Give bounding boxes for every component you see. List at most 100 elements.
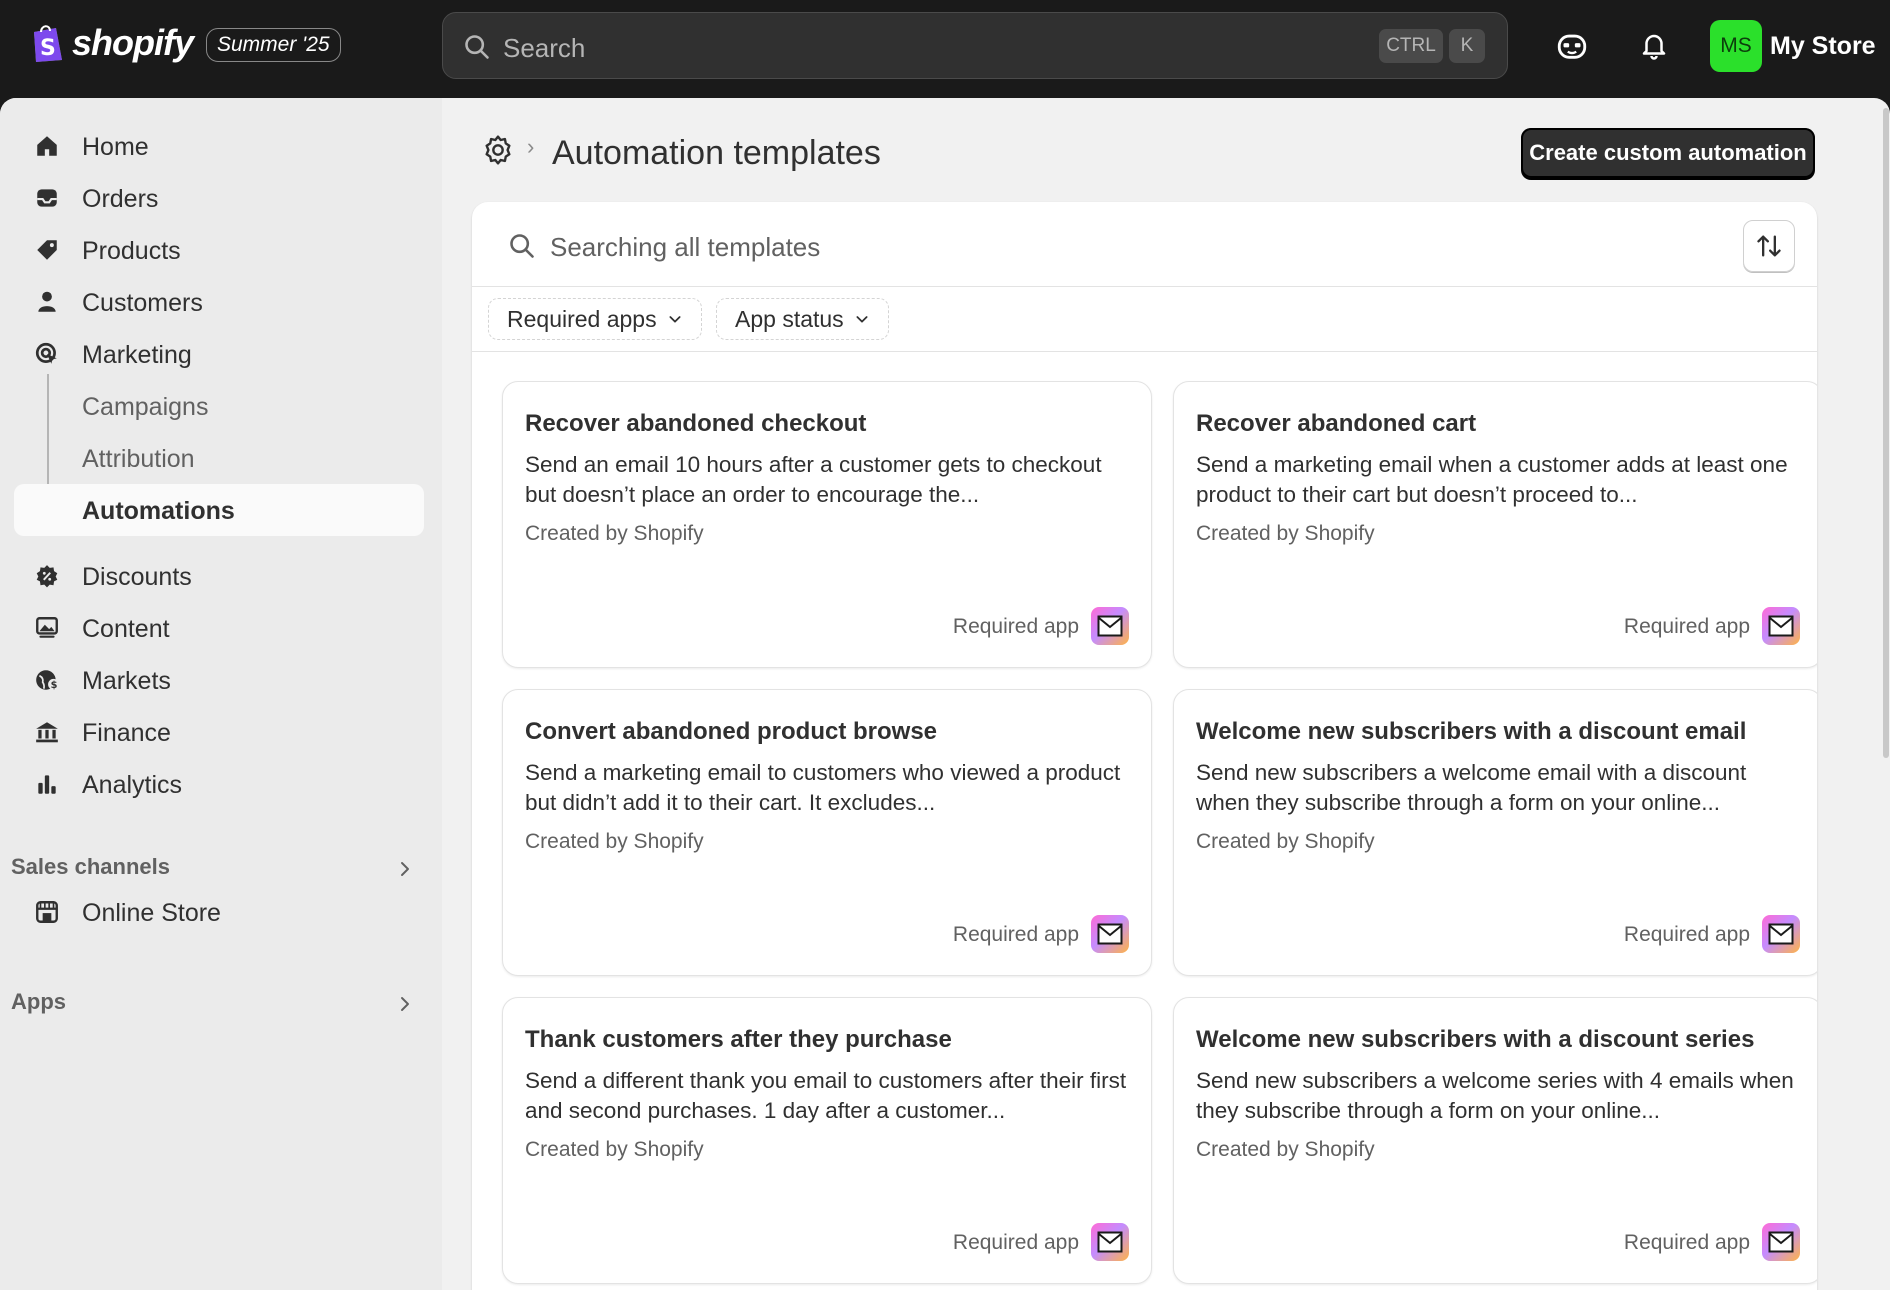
bar-chart-icon xyxy=(38,775,56,794)
template-creator: Created by Shopify xyxy=(1196,830,1375,853)
sidebar-item-automations[interactable]: Automations xyxy=(14,484,424,536)
sidebar-item-label: Markets xyxy=(82,667,171,695)
template-description: Send a marketing email to customers who … xyxy=(525,760,1121,815)
template-title: Recover abandoned checkout xyxy=(525,410,867,437)
required-app-label: Required app xyxy=(1623,615,1750,638)
sort-arrows-icon xyxy=(1757,235,1781,257)
sidekick-icon xyxy=(1557,34,1587,59)
sidebar-item-label: Content xyxy=(82,615,170,643)
inbox-icon xyxy=(37,189,57,207)
store-name[interactable]: My Store xyxy=(1770,32,1876,61)
create-custom-automation-button[interactable]: Create custom automation xyxy=(1521,128,1815,178)
sidebar-item-label: Analytics xyxy=(82,771,183,799)
template-description: Send new subscribers a welcome series wi… xyxy=(1196,1068,1794,1123)
divider xyxy=(472,351,1817,352)
sidekick-button[interactable] xyxy=(1552,26,1592,66)
sidebar-item-campaigns[interactable]: Campaigns xyxy=(14,380,424,432)
required-app-label: Required app xyxy=(952,923,1079,946)
page-title: Automation templates xyxy=(552,134,881,172)
template-creator: Created by Shopify xyxy=(525,522,704,545)
chevron-right-icon[interactable] xyxy=(396,860,414,878)
shopify-email-app-icon xyxy=(1091,1223,1129,1261)
sidebar-item-online-store[interactable]: Online Store xyxy=(14,886,424,938)
chevron-right-icon[interactable] xyxy=(396,995,414,1013)
target-icon xyxy=(35,342,57,364)
shortcut-ctrl: CTRL xyxy=(1379,29,1443,63)
sidebar-item-finance[interactable]: Finance xyxy=(14,706,424,758)
sidebar-item-content[interactable]: Content xyxy=(14,602,424,654)
sidebar-item-orders[interactable]: Orders xyxy=(14,172,424,224)
settings-gear-icon[interactable] xyxy=(482,134,514,166)
shopify-bag-icon: S xyxy=(34,25,62,62)
svg-text:$: $ xyxy=(51,680,58,691)
required-app-label: Required app xyxy=(952,615,1079,638)
sidebar-item-customers[interactable]: Customers xyxy=(14,276,424,328)
template-creator: Created by Shopify xyxy=(525,1138,704,1161)
template-description: Send new subscribers a welcome email wit… xyxy=(1196,760,1747,815)
sort-button[interactable] xyxy=(1743,220,1795,272)
template-title: Welcome new subscribers with a discount … xyxy=(1196,1026,1755,1053)
template-search[interactable]: Searching all templates xyxy=(488,216,1728,276)
sidebar-item-label: Automations xyxy=(82,497,235,525)
required-app-label: Required app xyxy=(1623,923,1750,946)
template-title: Welcome new subscribers with a discount … xyxy=(1196,718,1747,745)
shopify-email-app-icon xyxy=(1762,1223,1800,1261)
page-scrollbar[interactable] xyxy=(1883,108,1889,758)
template-description: Send a marketing email when a customer a… xyxy=(1196,452,1788,507)
chevron-down-icon xyxy=(669,316,681,323)
shortcut-k: K xyxy=(1449,29,1485,63)
sidebar-item-label: Online Store xyxy=(82,899,221,927)
sales-channels-heading[interactable]: Sales channels xyxy=(11,854,170,880)
template-creator: Created by Shopify xyxy=(525,830,704,853)
sidebar-item-home[interactable]: Home xyxy=(14,120,424,172)
tag-icon xyxy=(37,240,57,260)
filter-label: App status xyxy=(735,305,844,332)
required-app-label: Required app xyxy=(952,1231,1079,1254)
top-bar: S shopify Summer '25 Search CTRL K MS My… xyxy=(0,0,1890,98)
brand-name: shopify xyxy=(72,22,194,63)
shopify-email-app-icon xyxy=(1091,607,1129,645)
template-title: Convert abandoned product browse xyxy=(525,718,938,745)
shopify-email-app-icon xyxy=(1091,915,1129,953)
template-card[interactable]: Welcome new subscribers with a discount … xyxy=(1173,689,1817,976)
notifications-button[interactable] xyxy=(1634,26,1674,66)
template-creator: Created by Shopify xyxy=(1196,522,1375,545)
sidebar-item-discounts[interactable]: Discounts xyxy=(14,550,424,602)
sidebar-item-markets[interactable]: $ Markets xyxy=(14,654,424,706)
breadcrumb-separator: › xyxy=(527,134,535,159)
filter-required-apps[interactable]: Required apps xyxy=(488,298,702,340)
template-card[interactable]: Recover abandoned checkout Send an email… xyxy=(502,381,1152,668)
sidebar-item-analytics[interactable]: Analytics xyxy=(14,758,424,810)
sidebar-item-label: Home xyxy=(82,133,149,161)
template-description: Send an email 10 hours after a customer … xyxy=(525,452,1102,507)
sidebar-item-label: Attribution xyxy=(82,445,195,473)
global-search[interactable]: Search CTRL K xyxy=(442,12,1508,79)
template-card[interactable]: Welcome new subscribers with a discount … xyxy=(1173,997,1817,1284)
apps-heading[interactable]: Apps xyxy=(11,989,66,1015)
sidebar: Home Orders Products Customers Marketing… xyxy=(0,98,442,1290)
shopify-email-app-icon xyxy=(1762,607,1800,645)
filter-app-status[interactable]: App status xyxy=(716,298,889,340)
app-shell: Home Orders Products Customers Marketing… xyxy=(0,98,1890,1290)
template-card[interactable]: Convert abandoned product browse Send a … xyxy=(502,689,1152,976)
search-input[interactable]: Search xyxy=(503,33,585,64)
template-creator: Created by Shopify xyxy=(1196,1138,1375,1161)
required-app-label: Required app xyxy=(1623,1231,1750,1254)
template-card[interactable]: Recover abandoned cart Send a marketing … xyxy=(1173,381,1817,668)
shopify-logo[interactable]: S shopify xyxy=(30,22,194,64)
sidebar-item-label: Customers xyxy=(82,289,203,317)
store-avatar[interactable]: MS xyxy=(1710,20,1762,72)
template-title: Thank customers after they purchase xyxy=(525,1026,952,1053)
template-title: Recover abandoned cart xyxy=(1196,410,1477,437)
sidebar-item-attribution[interactable]: Attribution xyxy=(14,432,424,484)
discount-icon xyxy=(36,565,58,588)
sidebar-item-label: Finance xyxy=(82,719,171,747)
sidebar-item-label: Campaigns xyxy=(82,393,209,421)
sidebar-item-products[interactable]: Products xyxy=(14,224,424,276)
filter-label: Required apps xyxy=(507,305,657,332)
template-card[interactable]: Thank customers after they purchase Send… xyxy=(502,997,1152,1284)
shopify-email-app-icon xyxy=(1762,915,1800,953)
template-search-input[interactable]: Searching all templates xyxy=(550,232,820,263)
sidebar-item-marketing[interactable]: Marketing xyxy=(14,328,424,380)
edition-badge[interactable]: Summer '25 xyxy=(206,28,341,62)
